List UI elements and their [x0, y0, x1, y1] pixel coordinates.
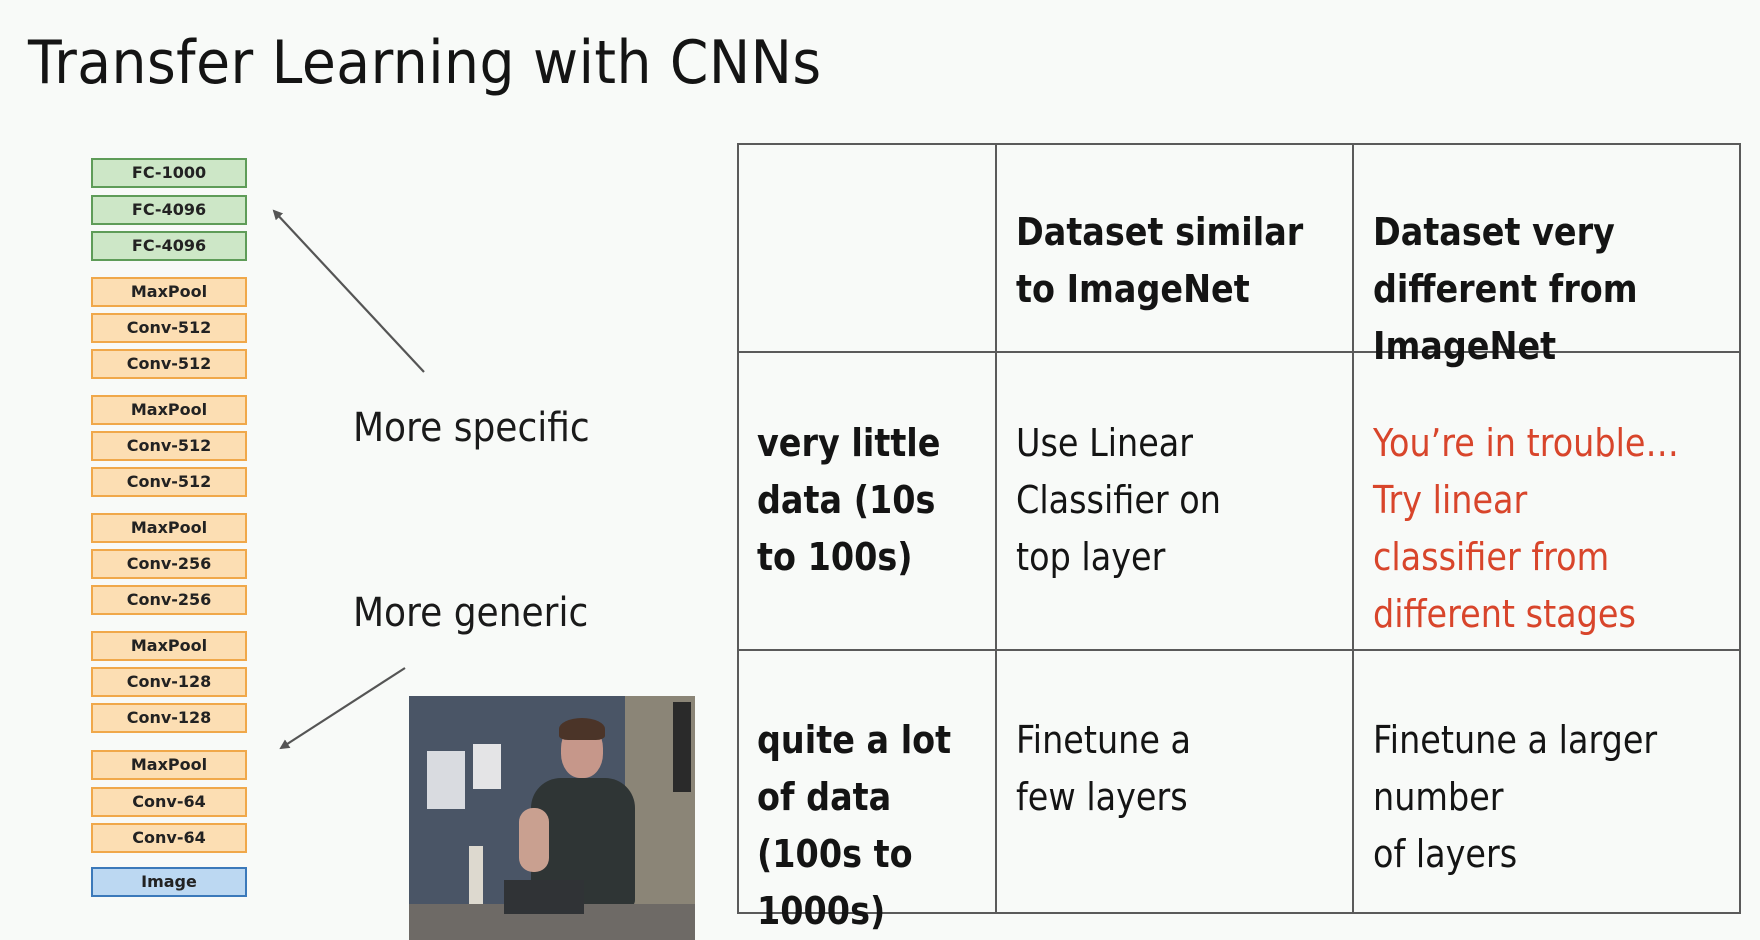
- cell-lot-similar: Finetune a few layers: [1016, 655, 1215, 826]
- layer-maxpool: MaxPool: [91, 513, 247, 543]
- arrow-down-generic: [279, 667, 406, 750]
- column-header-different: Dataset very different from ImageNet: [1373, 147, 1674, 375]
- layer-conv-128: Conv-128: [91, 667, 247, 697]
- label-more-specific: More specific: [353, 405, 590, 451]
- cell-lot-different: Finetune a larger number of layers: [1373, 655, 1696, 883]
- layer-maxpool: MaxPool: [91, 750, 247, 780]
- layer-image-input: Image: [91, 867, 247, 897]
- column-header-similar-text: Dataset similar to ImageNet: [1016, 210, 1304, 311]
- layer-conv-64: Conv-64: [91, 787, 247, 817]
- webcam-poster: [427, 751, 465, 809]
- table-column-divider: [995, 145, 997, 912]
- row-header-lot-data: quite a lot of data (100s to 1000s): [757, 655, 978, 940]
- layer-conv-256: Conv-256: [91, 549, 247, 579]
- row-header-little-data: very little data (10s to 100s): [757, 358, 965, 586]
- presenter-hair: [559, 718, 605, 740]
- layer-conv-512: Conv-512: [91, 349, 247, 379]
- layer-conv-64: Conv-64: [91, 823, 247, 853]
- cell-lot-different-text: Finetune a larger number of layers: [1373, 718, 1658, 876]
- transfer-learning-table: Dataset similar to ImageNet Dataset very…: [737, 143, 1741, 933]
- cell-little-different: You’re in trouble… Try linear classifier…: [1373, 358, 1721, 643]
- table-column-divider: [1352, 145, 1354, 912]
- layer-conv-256: Conv-256: [91, 585, 247, 615]
- webcam-window: [673, 702, 691, 792]
- layer-maxpool: MaxPool: [91, 395, 247, 425]
- arrow-up-specific: [272, 209, 425, 373]
- layer-fc-1000: FC-1000: [91, 158, 247, 188]
- cell-lot-similar-text: Finetune a few layers: [1016, 718, 1192, 819]
- layer-conv-512: Conv-512: [91, 313, 247, 343]
- layer-maxpool: MaxPool: [91, 631, 247, 661]
- layer-fc-4096: FC-4096: [91, 195, 247, 225]
- row-header-little-data-text: very little data (10s to 100s): [757, 421, 941, 579]
- row-header-lot-data-text: quite a lot of data (100s to 1000s): [757, 718, 952, 933]
- webcam-poster: [473, 744, 501, 789]
- layer-maxpool: MaxPool: [91, 277, 247, 307]
- cell-little-different-text: You’re in trouble… Try linear classifier…: [1373, 421, 1679, 636]
- table-row-divider: [739, 649, 1739, 651]
- slide-title: Transfer Learning with CNNs: [28, 28, 822, 98]
- layer-conv-512: Conv-512: [91, 431, 247, 461]
- cell-little-similar-text: Use Linear Classifier on top layer: [1016, 421, 1221, 579]
- column-header-similar: Dataset similar to ImageNet: [1016, 147, 1342, 318]
- column-header-different-text: Dataset very different from ImageNet: [1373, 210, 1638, 368]
- cell-little-similar: Use Linear Classifier on top layer: [1016, 358, 1249, 586]
- presenter-arm: [519, 808, 549, 872]
- presenter-webcam: [409, 696, 695, 940]
- layer-conv-128: Conv-128: [91, 703, 247, 733]
- webcam-laptop: [504, 880, 584, 914]
- layer-conv-512: Conv-512: [91, 467, 247, 497]
- label-more-generic: More generic: [353, 590, 589, 636]
- layer-fc-4096: FC-4096: [91, 231, 247, 261]
